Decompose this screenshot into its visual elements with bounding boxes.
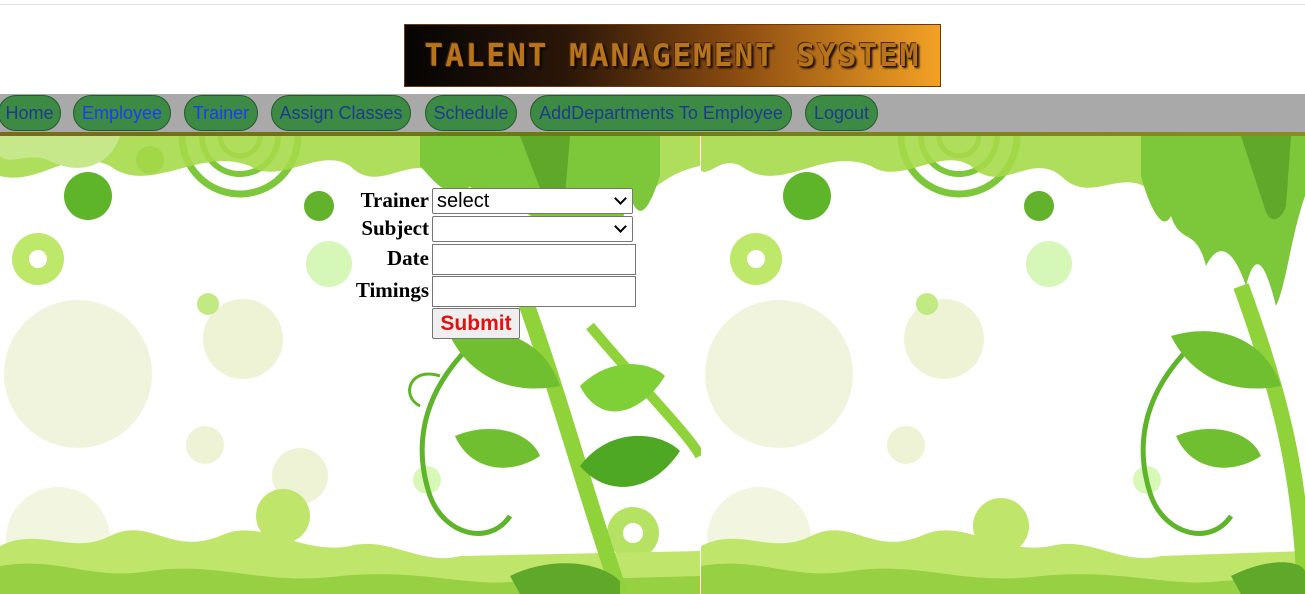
nav-item-trainer[interactable]: Trainer [184, 95, 258, 131]
floral-background-art [0, 136, 1305, 594]
app-banner-logo: TALENT MANAGEMENT SYSTEM [404, 24, 941, 87]
trainer-label: Trainer [360, 188, 429, 212]
nav-item-home[interactable]: Home [0, 95, 61, 131]
subject-label: Subject [361, 216, 429, 240]
banner-title: TALENT MANAGEMENT SYSTEM [424, 37, 921, 74]
nav-item-logout[interactable]: Logout [805, 95, 878, 131]
top-divider [0, 4, 1305, 5]
date-label: Date [387, 246, 429, 270]
background-tile-right [701, 136, 1305, 594]
chevron-down-icon [614, 220, 627, 233]
nav-item-schedule[interactable]: Schedule [425, 95, 517, 131]
trainer-select[interactable]: select [432, 188, 633, 214]
nav-item-add-departments[interactable]: AddDepartments To Employee [530, 95, 792, 131]
timings-input[interactable] [432, 276, 636, 307]
date-input[interactable] [432, 244, 636, 275]
floral-background [0, 136, 1305, 594]
subject-select[interactable] [432, 216, 633, 242]
timings-label: Timings [355, 278, 429, 302]
nav-item-assign-classes[interactable]: Assign Classes [271, 95, 411, 131]
nav-item-employee[interactable]: Employee [73, 95, 171, 131]
submit-button[interactable]: Submit [432, 308, 520, 339]
chevron-down-icon [614, 192, 627, 205]
trainer-select-value: select [437, 189, 490, 212]
